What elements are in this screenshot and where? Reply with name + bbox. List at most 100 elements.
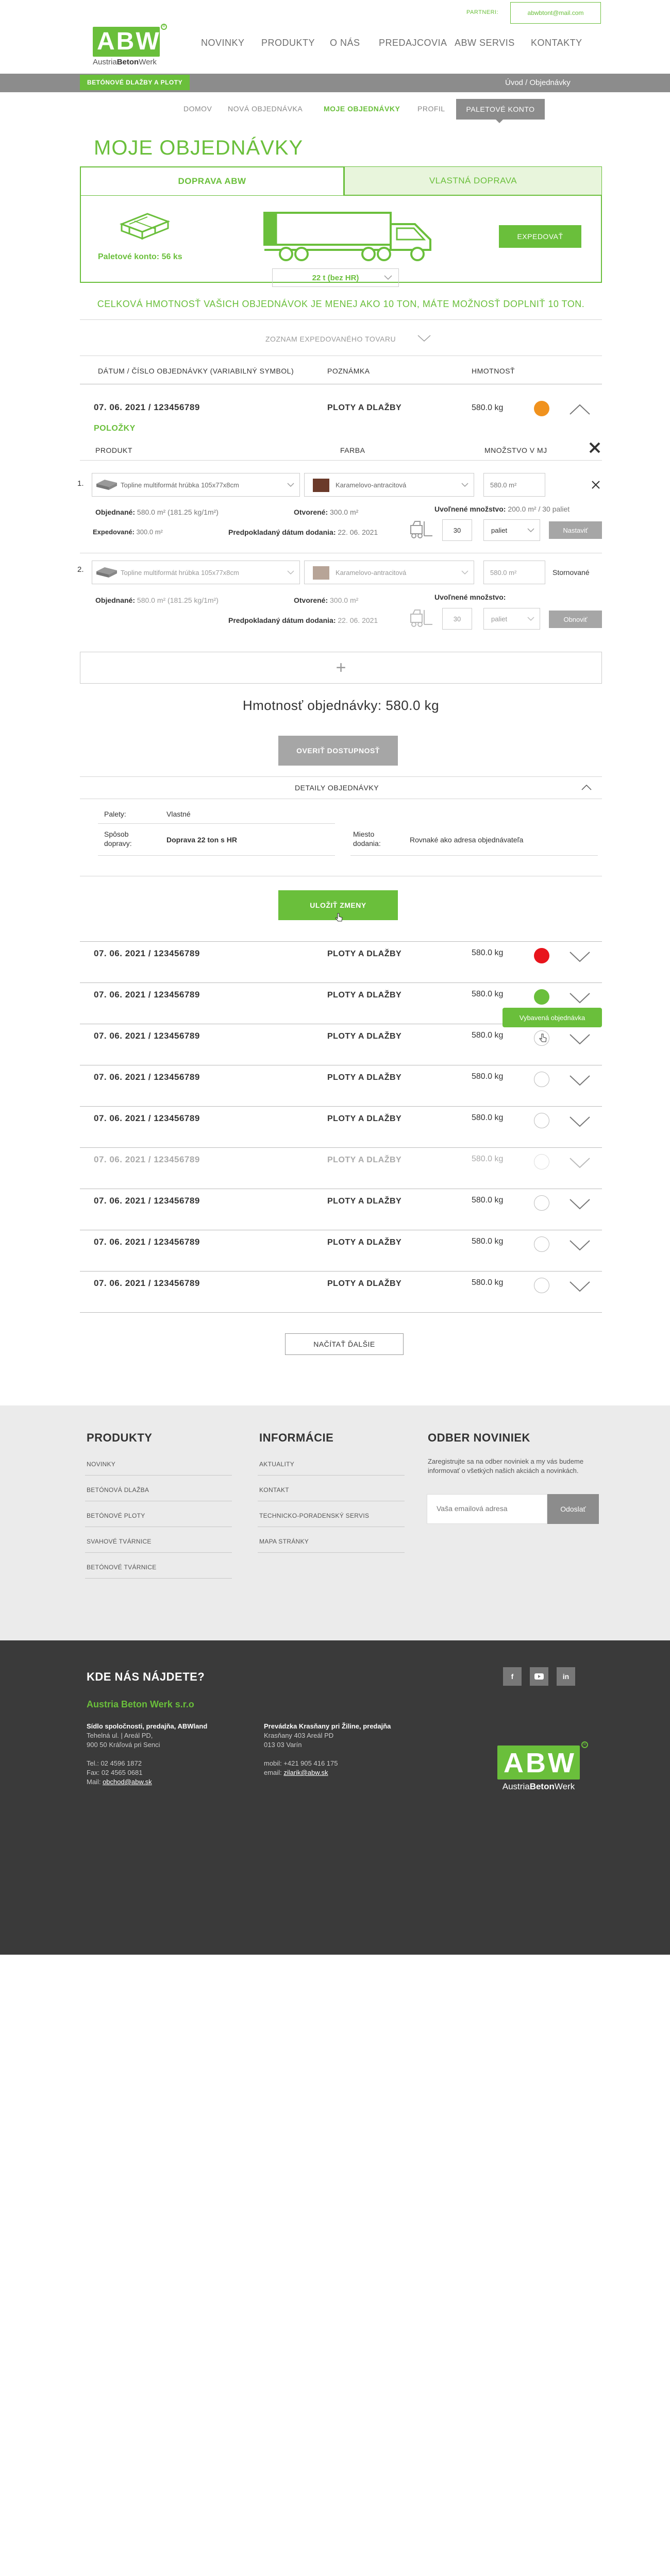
load-more-button[interactable]: NAČÍTAŤ ĎALŠIE xyxy=(285,1333,404,1355)
order-date: 07. 06. 2021 / 123456789 xyxy=(94,1113,200,1123)
restore-button[interactable]: Obnoviť xyxy=(549,611,602,628)
subnav-moje-objednavky[interactable]: MOJE OBJEDNÁVKY xyxy=(324,105,400,113)
expedited-goods-link[interactable]: ZOZNAM EXPEDOVANÉHO TOVARU xyxy=(265,335,396,343)
newsletter-submit-button[interactable]: Odoslať xyxy=(547,1494,599,1524)
chevron-down-icon[interactable] xyxy=(569,992,590,1004)
chevron-down-icon[interactable] xyxy=(417,335,431,342)
chevron-down-icon[interactable] xyxy=(569,951,590,962)
footer-link[interactable]: TECHNICKO-PORADENSKÝ SERVIS xyxy=(259,1512,369,1519)
footer-link[interactable]: MAPA STRÁNKY xyxy=(259,1538,309,1545)
chevron-down-icon[interactable] xyxy=(569,1116,590,1127)
order-row[interactable]: 07. 06. 2021 / 123456789 PLOTY A DLAŽBY 58… xyxy=(80,1065,602,1107)
divider xyxy=(98,855,335,856)
newsletter-email-input[interactable]: Vaša emailová adresa xyxy=(427,1494,547,1524)
subnav-profil[interactable]: PROFIL xyxy=(417,105,445,113)
pallet-account-button[interactable]: PALETOVÉ KONTO xyxy=(456,99,545,120)
youtube-icon[interactable] xyxy=(530,1667,548,1686)
chevron-down-icon[interactable] xyxy=(569,1240,590,1251)
nav-predajcovia[interactable]: PREDAJCOVIA xyxy=(379,38,447,48)
quantity-input[interactable]: 580.0 m² xyxy=(483,473,545,497)
forklift-icon xyxy=(410,609,432,627)
cursor-icon xyxy=(539,1033,547,1043)
pallet-count-input[interactable]: 30 xyxy=(442,608,472,630)
order-date: 07. 06. 2021 / 123456789 xyxy=(94,1031,200,1041)
chevron-down-icon[interactable] xyxy=(569,1281,590,1292)
chevron-down-icon xyxy=(384,275,392,280)
column-header-weight[interactable]: HMOTNOSŤ xyxy=(472,367,515,375)
hq-email-link[interactable]: obchod@abw.sk xyxy=(103,1778,152,1786)
footer-link[interactable]: KONTAKT xyxy=(259,1486,289,1494)
truck-capacity-select[interactable]: 22 t (bez HR) xyxy=(272,268,399,287)
status-indicator xyxy=(534,1195,549,1211)
column-header-date[interactable]: DÁTUM / ČÍSLO OBJEDNÁVKY (VARIABILNÝ SYM… xyxy=(98,367,294,375)
paving-stone-icon xyxy=(96,480,117,490)
add-item-button[interactable]: + xyxy=(80,652,602,684)
quantity-input[interactable]: 580.0 m² xyxy=(483,561,545,584)
nav-produkty[interactable]: PRODUKTY xyxy=(261,38,315,48)
chevron-down-icon[interactable] xyxy=(569,1198,590,1210)
footer-link[interactable]: SVAHOVÉ TVÁRNICE xyxy=(87,1538,152,1545)
product-select[interactable]: Topline multiformát hrúbka 105x77x8cm xyxy=(92,473,300,497)
footer-link[interactable]: NOVINKY xyxy=(87,1461,115,1468)
chevron-down-icon[interactable] xyxy=(569,1157,590,1168)
order-row[interactable]: 07. 06. 2021 / 123456789 PLOTY A DLAŽBY 58… xyxy=(80,1271,602,1313)
breadcrumb[interactable]: Úvod / Objednávky xyxy=(505,78,571,87)
nav-kontakty[interactable]: KONTAKTY xyxy=(531,38,582,48)
divider xyxy=(80,1106,602,1107)
column-header-note[interactable]: POZNÁMKA xyxy=(327,367,370,375)
order-row[interactable]: 07. 06. 2021 / 123456789 PLOTY A DLAŽBY 58… xyxy=(80,1024,602,1065)
pallet-unit-select[interactable]: paliet xyxy=(483,519,540,541)
order-row[interactable]: 07. 06. 2021 / 123456789 PLOTY A DLAŽBY 58… xyxy=(80,941,602,983)
order-row[interactable]: 07. 06. 2021 / 123456789 PLOTY A DLAŽBY 58… xyxy=(80,1147,602,1189)
product-select[interactable]: Topline multiformát hrúbka 105x77x8cm xyxy=(92,561,300,584)
chevron-down-icon xyxy=(287,483,294,487)
tab-vlastna-doprava[interactable]: VLASTNÁ DOPRAVA xyxy=(344,166,602,195)
verify-availability-button[interactable]: OVERIŤ DOSTUPNOSŤ xyxy=(278,736,398,766)
truck-capacity-value: 22 t (bez HR) xyxy=(312,273,359,282)
site-logo[interactable]: ABW R AustriaBetonWerk xyxy=(93,24,167,66)
chevron-down-icon[interactable] xyxy=(569,1033,590,1045)
order-weight: 580.0 kg xyxy=(472,1072,504,1081)
order-row[interactable]: 07. 06. 2021 / 123456789 PLOTY A DLAŽBY 58… xyxy=(80,1189,602,1230)
subnav-nova-objednavka[interactable]: NOVÁ OBJEDNÁVKA xyxy=(228,105,303,113)
expedite-button[interactable]: EXPEDOVAŤ xyxy=(499,225,581,248)
footer-link[interactable]: BETÓNOVÉ PLOTY xyxy=(87,1512,145,1519)
color-select[interactable]: Karamelovo-antracitová xyxy=(304,561,474,584)
order-type: PLOTY A DLAŽBY xyxy=(327,950,402,958)
remove-item-icon[interactable] xyxy=(592,481,600,489)
footer-logo-subtitle: AustriaBetonWerk xyxy=(502,1782,575,1791)
released-info: Uvoľnené množstvo: 200.0 m² / 30 paliet xyxy=(434,505,570,513)
linkedin-icon[interactable]: in xyxy=(557,1667,575,1686)
order-details-title[interactable]: DETAILY OBJEDNÁVKY xyxy=(295,784,379,792)
order-row[interactable]: 07. 06. 2021 / 123456789 PLOTY A DLAŽBY 58… xyxy=(80,1230,602,1272)
subnav-domov[interactable]: DOMOV xyxy=(183,105,212,113)
order-date: 07. 06. 2021 / 123456789 xyxy=(94,1155,200,1164)
footer-link[interactable]: BETÓNOVÁ DLAŽBA xyxy=(87,1486,149,1494)
chevron-down-icon xyxy=(527,528,534,533)
logo-text: ABW xyxy=(97,28,161,55)
order-date: 07. 06. 2021 / 123456789 xyxy=(94,948,200,958)
tab-doprava-abw[interactable]: DOPRAVA ABW xyxy=(80,166,344,195)
chevron-up-icon[interactable] xyxy=(581,784,592,790)
color-select[interactable]: Karamelovo-antracitová xyxy=(304,473,474,497)
set-button[interactable]: Nastaviť xyxy=(549,521,602,539)
nav-novinky[interactable]: NOVINKY xyxy=(201,38,245,48)
footer-link[interactable]: BETÓNOVÉ TVÁRNICE xyxy=(87,1564,157,1571)
close-icon[interactable] xyxy=(589,442,600,453)
facebook-icon[interactable]: f xyxy=(503,1667,522,1686)
nav-o-nas[interactable]: O NÁS xyxy=(330,38,360,48)
nav-abw-servis[interactable]: ABW SERVIS xyxy=(455,38,515,48)
pallet-count-input[interactable]: 30 xyxy=(442,519,472,541)
footer-link[interactable]: AKTUALITY xyxy=(259,1461,294,1468)
footer-logo[interactable]: ABW R AustriaBetonWerk xyxy=(497,1741,588,1792)
order-weight: 580.0 kg xyxy=(472,948,504,957)
header-email-link[interactable]: abwbtont@mail.com xyxy=(510,2,601,24)
chevron-down-icon[interactable] xyxy=(569,1075,590,1086)
chevron-up-icon[interactable] xyxy=(569,404,590,415)
page-title: MOJE OBJEDNÁVKY xyxy=(94,137,304,159)
pallet-unit-select[interactable]: paliet xyxy=(483,608,540,630)
category-badge[interactable]: BETÓNOVÉ DLAŽBY A PLOTY xyxy=(80,75,190,90)
order-row[interactable]: 07. 06. 2021 / 123456789 PLOTY A DLAŽBY 58… xyxy=(80,1106,602,1148)
partners-label[interactable]: PARTNERI: xyxy=(466,9,498,15)
branch-email-link[interactable]: zilarik@abw.sk xyxy=(283,1769,328,1776)
